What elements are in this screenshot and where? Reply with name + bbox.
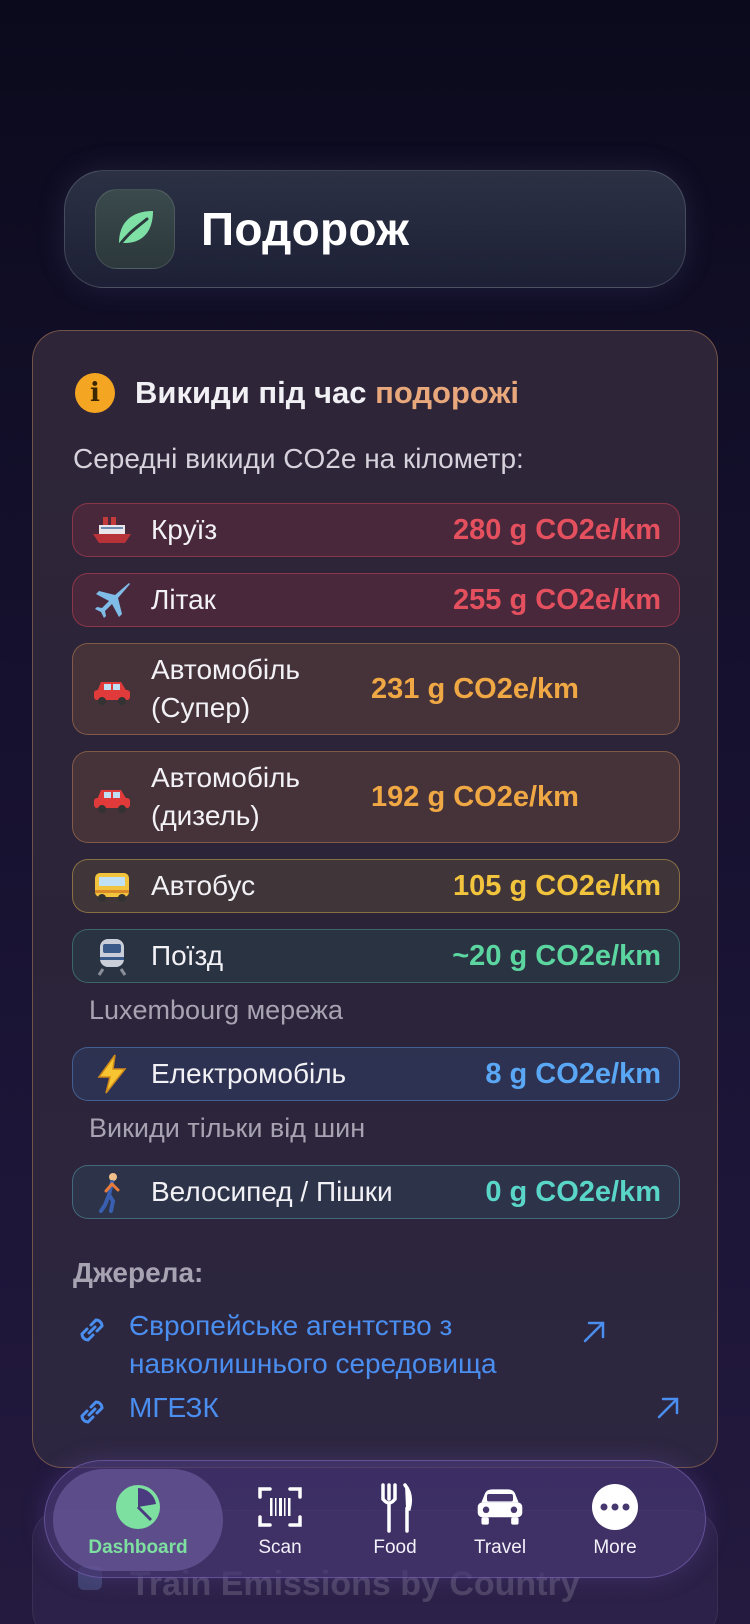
tab-dashboard[interactable]: Dashboard (53, 1469, 223, 1571)
travel-emissions-card: i Викиди під час подорожі Середні викиди… (32, 330, 718, 1468)
tab-label: More (593, 1537, 637, 1558)
ellipsis-icon (589, 1481, 641, 1533)
emission-row-car-diesel: Автомобіль (дизель) 192 g CO2e/km (72, 751, 680, 843)
leaf-icon (111, 203, 159, 256)
emission-name: Автомобіль (Супер) (151, 654, 301, 723)
emission-row-bus: Автобус 105 g CO2e/km (72, 859, 680, 913)
car-icon (91, 776, 133, 818)
info-icon: i (75, 373, 115, 413)
link-icon (73, 1393, 111, 1431)
card-subtitle: Середні викиди CO2e на кілометр: (73, 443, 524, 474)
bottom-tab-bar: Dashboard Scan Food Travel More (44, 1460, 706, 1578)
app-logo (95, 189, 175, 269)
car-front-icon (474, 1481, 526, 1533)
tab-scan[interactable]: Scan (230, 1461, 330, 1579)
emission-value: 280 g CO2e/km (453, 513, 661, 546)
emission-name: Поїзд (151, 940, 224, 971)
emission-name: Електромобіль (151, 1058, 347, 1089)
emission-row-car-super: Автомобіль (Супер) 231 g CO2e/km (72, 643, 680, 735)
emission-value: 105 g CO2e/km (453, 869, 661, 902)
emission-name: Круїз (151, 514, 218, 545)
tab-label: Dashboard (88, 1537, 188, 1558)
emission-name: Автомобіль (дизель) (151, 762, 301, 831)
lightning-icon (91, 1053, 133, 1095)
link-icon (73, 1311, 111, 1349)
emission-value: 0 g CO2e/km (485, 1175, 661, 1208)
emission-row-plane: Літак 255 g CO2e/km (72, 573, 680, 627)
pie-chart-icon (112, 1481, 164, 1533)
sources-heading: Джерела: (73, 1257, 204, 1288)
fork-knife-icon (369, 1481, 421, 1533)
walking-icon (91, 1171, 133, 1213)
emission-row-ev: Електромобіль 8 g CO2e/km (72, 1047, 680, 1101)
emission-row-bike-walk: Велосипед / Пішки 0 g CO2e/km (72, 1165, 680, 1219)
airplane-icon (91, 579, 133, 621)
external-arrow-icon (579, 1317, 609, 1347)
external-arrow-icon (653, 1393, 683, 1423)
bus-icon (91, 865, 133, 907)
card-title: Викиди під час подорожі (135, 375, 520, 410)
header-bar: Подорож (64, 170, 686, 288)
source-link-eea[interactable]: Європейське агентство з навколишнього се… (73, 1307, 683, 1383)
tab-label: Travel (473, 1537, 527, 1558)
train-note: Luxembourg мережа (89, 995, 343, 1025)
tab-food[interactable]: Food (345, 1461, 445, 1579)
emission-row-train: Поїзд ~20 g CO2e/km (72, 929, 680, 983)
barcode-scan-icon (254, 1481, 306, 1533)
emission-value: 255 g CO2e/km (453, 583, 661, 616)
emission-name: Літак (151, 584, 216, 615)
train-icon (91, 935, 133, 977)
source-link-ipcc[interactable]: МГЕЗК (73, 1389, 683, 1431)
car-icon (91, 668, 133, 710)
emission-name: Автобус (151, 870, 256, 901)
source-label: Європейське агентство з навколишнього се… (129, 1310, 497, 1379)
emission-value: 8 g CO2e/km (485, 1057, 661, 1090)
tab-travel[interactable]: Travel (450, 1461, 550, 1579)
ship-icon (91, 509, 133, 551)
source-label: МГЕЗК (129, 1392, 219, 1423)
ev-note: Викиди тільки від шин (89, 1113, 366, 1143)
emission-name: Велосипед / Пішки (151, 1176, 393, 1207)
tab-label: Food (373, 1537, 417, 1558)
emission-value: ~20 g CO2e/km (452, 939, 661, 972)
page-title: Подорож (201, 203, 410, 255)
tab-more[interactable]: More (565, 1461, 665, 1579)
emission-row-cruise: Круїз 280 g CO2e/km (72, 503, 680, 557)
tab-label: Scan (258, 1537, 302, 1558)
card-header: i Викиди під час подорожі (75, 373, 519, 413)
emission-value: 192 g CO2e/km (371, 780, 579, 813)
emission-value: 231 g CO2e/km (371, 672, 579, 705)
